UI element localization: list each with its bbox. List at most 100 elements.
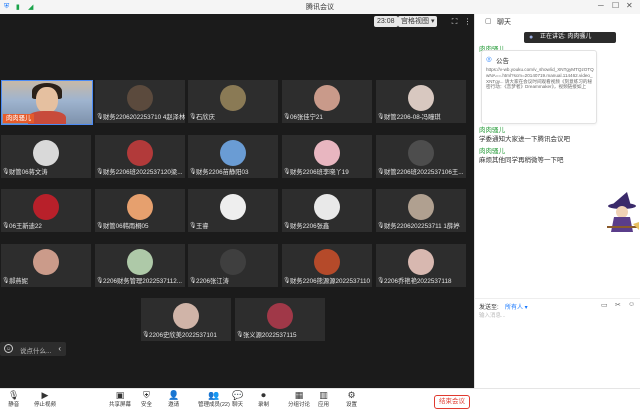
- fullscreen-icon[interactable]: ⛶: [449, 16, 460, 27]
- mic-muted-icon: 🎙: [377, 278, 385, 284]
- quick-chat-placeholder: 说点什么...: [20, 348, 52, 355]
- avatar: [408, 194, 434, 220]
- participant-name: 2206财务管理2022537112...: [103, 278, 182, 285]
- security-icon: ⛨: [143, 390, 150, 400]
- meeting-toolbar: 结束会议 🎙 静音 ▶ 停止视频 ▣ 共享屏幕 ⛨ 安全 👤 邀请 👥 管理成员(22) 💬 聊天 ⏺ 录制 ▦…: [0, 388, 640, 411]
- send-to-select[interactable]: 所有人 ▾: [505, 302, 528, 311]
- file-icon[interactable]: ▭: [601, 301, 608, 309]
- participant-name: 06张佳宁21: [290, 114, 323, 121]
- quick-chat-bar[interactable]: ☺ 说点什么... ‹: [0, 342, 66, 356]
- participant-tile[interactable]: 🎙 2206财务管理2022537112...: [95, 244, 185, 287]
- send-target-row: 发送至: 所有人 ▾ ▭ ✂ ☺: [475, 298, 640, 311]
- mic-muted-icon: 🎙: [2, 223, 10, 229]
- avatar: [127, 194, 153, 220]
- chat-icon: 💬: [232, 390, 244, 400]
- breakout-button[interactable]: ▦ 分组讨论: [288, 390, 310, 409]
- announcement-title: 公告: [496, 58, 509, 65]
- participant-tile[interactable]: 🎙 财务2206苗静阳03: [188, 135, 278, 178]
- avatar: [33, 140, 59, 166]
- stop-video-label: 停止视频: [34, 402, 57, 408]
- record-icon: ⏺: [261, 390, 266, 400]
- participant-name: 财管06韩雨桐05: [103, 223, 149, 230]
- participant-name: 财务2206班李晓丫19: [290, 169, 349, 176]
- participant-tile[interactable]: 🎙 2206张江涛: [188, 244, 278, 287]
- participant-tile[interactable]: 🎙 财务2206班2022537120梁...: [95, 135, 185, 178]
- mute-button[interactable]: 🎙 静音: [8, 390, 19, 409]
- avatar: [33, 249, 59, 275]
- participant-tile[interactable]: 🎙 财管06韩雨桐05: [95, 189, 185, 232]
- participant-tile[interactable]: 🎙 财务2206202253711 1薛婷: [376, 189, 466, 232]
- manage-members-button[interactable]: 👥 管理成员(22): [198, 390, 230, 409]
- participant-name: 2206张江涛: [196, 278, 229, 285]
- participant-tile[interactable]: 🎙 财管2206-08-冯瞳琪: [376, 80, 466, 123]
- mic-muted-icon: 🎙: [377, 223, 385, 229]
- participant-name: 财务2206班2022537120梁...: [103, 169, 183, 176]
- invite-icon: 👤: [168, 390, 180, 400]
- participant-tile-active[interactable]: 🎙肉肉骚儿: [1, 80, 93, 125]
- share-screen-button[interactable]: ▣ 共享屏幕: [109, 390, 131, 409]
- avatar: [408, 249, 434, 275]
- security-label: 安全: [141, 402, 153, 408]
- mute-label: 静音: [8, 402, 20, 408]
- participant-tile[interactable]: 🎙 财务2206张鑫: [282, 189, 372, 232]
- participant-name: 财管06蒋文涛: [9, 169, 48, 176]
- record-button[interactable]: ⏺ 录制: [258, 390, 269, 409]
- mic-muted-icon: 🎙: [236, 332, 244, 338]
- participant-name: 张义源2022537115: [243, 332, 297, 339]
- settings-button[interactable]: ⚙ 设置: [346, 390, 357, 409]
- meeting-timer: 23:08: [374, 16, 398, 27]
- participant-tile[interactable]: 🎙 财务2206班李晓丫19: [282, 135, 372, 178]
- chevron-left-icon[interactable]: ‹: [58, 344, 61, 353]
- participant-tile[interactable]: 🎙 财务2206熊源源2022537110: [282, 244, 372, 287]
- apps-button[interactable]: ▥ 应用: [318, 390, 329, 409]
- invite-label: 邀请: [168, 402, 180, 408]
- announcement-body: https://v-wb.youku.com/v_show/id_XNTgyMT…: [486, 67, 594, 90]
- chat-message: 麻烦其他同学再稍微等一下吧: [479, 157, 564, 164]
- breakout-label: 分组讨论: [288, 402, 311, 408]
- view-mode-button[interactable]: 宫格视图 ▾: [398, 16, 438, 27]
- mic-muted-icon: 🎙: [283, 223, 291, 229]
- more-icon[interactable]: ⋮: [462, 16, 473, 27]
- manage-members-label: 管理成员(22): [198, 402, 230, 408]
- avatar: [220, 249, 246, 275]
- avatar: [314, 85, 340, 111]
- emoji-icon[interactable]: ☺: [628, 301, 635, 308]
- emoji-icon[interactable]: ☺: [4, 344, 13, 353]
- end-meeting-button[interactable]: 结束会议: [434, 395, 470, 409]
- security-button[interactable]: ⛨ 安全: [141, 390, 152, 409]
- participant-tile[interactable]: 🎙 王睿: [188, 189, 278, 232]
- participant-tile[interactable]: 🎙 2206史欣美2022537101: [141, 298, 231, 341]
- mic-muted-icon: 🎙: [2, 278, 10, 284]
- participant-tile[interactable]: 🎙 财管2206班2022537106王...: [376, 135, 466, 178]
- chat-button[interactable]: 💬 聊天: [232, 390, 243, 409]
- participant-tile[interactable]: 🎙 石欣庆: [188, 80, 278, 123]
- participant-name: 2206乔艳艳2022537118: [384, 278, 452, 285]
- participant-tile[interactable]: 🎙 06张佳宁21: [282, 80, 372, 123]
- chat-title: 聊天: [497, 19, 511, 26]
- maximize-icon[interactable]: ☐: [612, 1, 619, 10]
- minimize-icon[interactable]: ─: [598, 1, 604, 10]
- mic-muted-icon: 🎙: [377, 114, 385, 120]
- participant-name: 王睿: [196, 223, 209, 230]
- avatar: [408, 85, 434, 111]
- close-icon[interactable]: ✕: [626, 1, 633, 10]
- participant-tile[interactable]: 🎙 2206乔艳艳2022537118: [376, 244, 466, 287]
- mic-muted-icon: 🎙: [96, 114, 104, 120]
- speaking-indicator: ● 正在讲话: 肉肉骚儿: [524, 32, 616, 43]
- participant-tile[interactable]: 🎙 财管06蒋文涛: [1, 135, 91, 178]
- stop-video-button[interactable]: ▶ 停止视频: [34, 390, 56, 409]
- avatar: [314, 249, 340, 275]
- participant-name: 石欣庆: [196, 114, 215, 121]
- participant-tile[interactable]: 🎙 06王新迪22: [1, 189, 91, 232]
- chat-input[interactable]: 输入消息...: [479, 311, 506, 319]
- announcement-icon: ◎: [486, 56, 492, 63]
- meeting-topbar: 23:08 宫格视图 ▾ ⛶ ⋮: [0, 14, 474, 30]
- breakout-icon: ▦: [294, 390, 304, 400]
- participant-tile[interactable]: 🎙 张义源2022537115: [235, 298, 325, 341]
- mic-muted-icon: 🎙: [283, 114, 291, 120]
- screenshot-icon[interactable]: ✂: [615, 301, 621, 309]
- participant-tile[interactable]: 🎙 财务2206202253710 4赵泽林: [95, 80, 185, 123]
- invite-button[interactable]: 👤 邀请: [168, 390, 179, 409]
- participant-tile[interactable]: 🎙 郝燕妮: [1, 244, 91, 287]
- mic-muted-icon: 🎙: [2, 169, 10, 175]
